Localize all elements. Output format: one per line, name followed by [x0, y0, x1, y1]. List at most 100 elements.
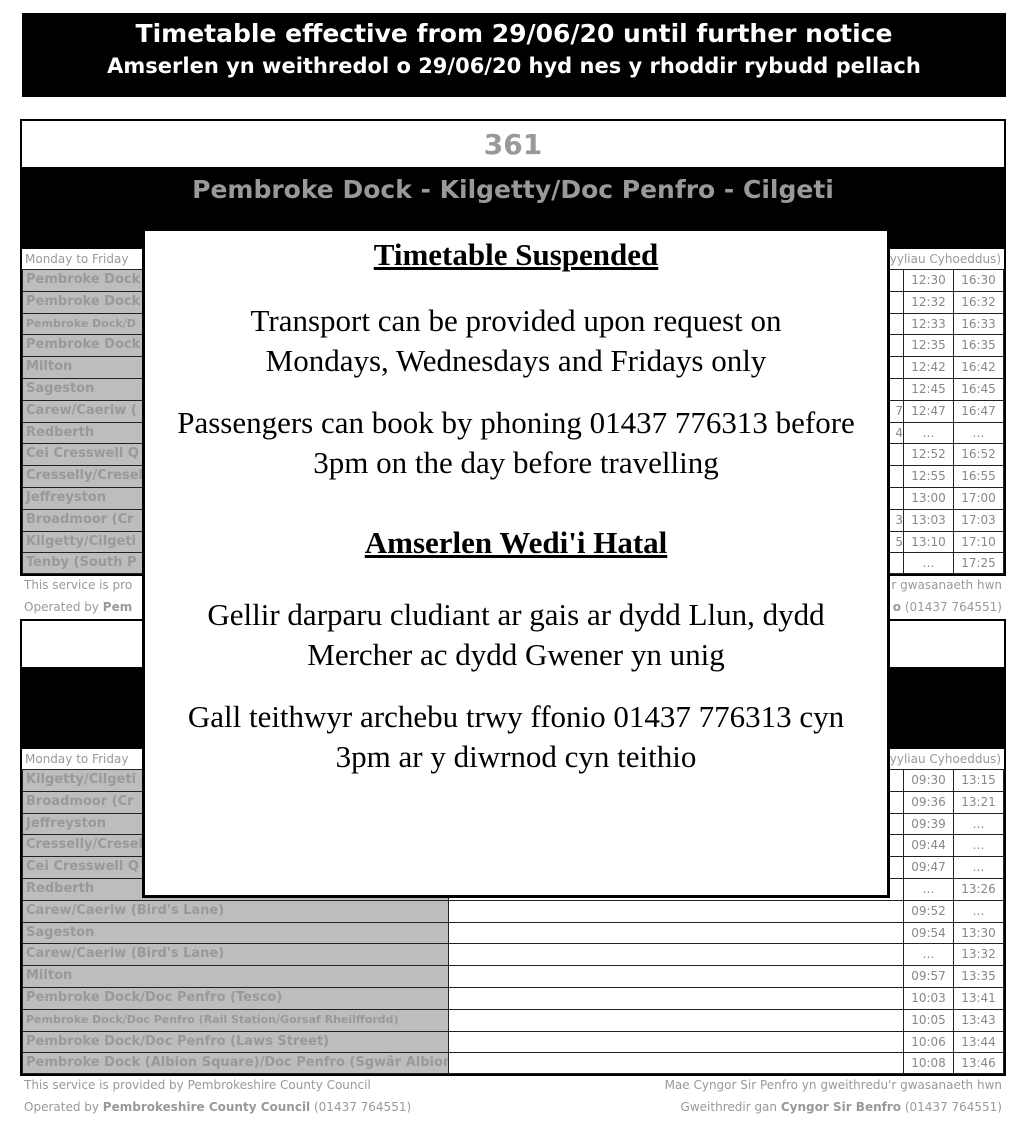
notice-booking-welsh: Gall teithwyr archebu trwy ffonio 01437 … [187, 699, 845, 774]
time-cell: … [954, 900, 1004, 922]
stop-name: Milton [22, 966, 449, 987]
time-cell: … [904, 422, 954, 444]
time-cell: 13:32 [954, 944, 1004, 966]
time-cell: 10:03 [904, 987, 954, 1009]
days-label: Monday to Friday [25, 752, 129, 766]
time-cell: 12:55 [904, 466, 954, 487]
stop-name: Sageston [22, 922, 449, 944]
time-cell: … [954, 835, 1004, 857]
time-cell: 09:54 [904, 922, 954, 944]
time-cell: 16:55 [954, 466, 1004, 487]
time-cell: 12:32 [904, 291, 954, 313]
days-label-welsh: yyliau Cyhoeddus) [889, 252, 1001, 266]
time-cell: 12:52 [904, 444, 954, 466]
time-cell: 09:52 [904, 900, 954, 922]
operator-note: Operated by Pem [24, 600, 132, 614]
time-cell: 17:25 [954, 553, 1004, 574]
time-cell: 12:42 [904, 357, 954, 378]
time-cell: 09:30 [904, 770, 954, 791]
time-cell: 16:47 [954, 400, 1004, 422]
timetable-row: Pembroke Dock/Doc Penfro (Laws Street) 1… [22, 1030, 1004, 1053]
operator-prefix: Operated by [24, 600, 103, 614]
time-cell: … [904, 878, 954, 900]
stop-name: Pembroke Dock/Doc Penfro (Laws Street) [22, 1031, 449, 1053]
days-label: Monday to Friday [25, 252, 129, 266]
operator-name: Pembrokeshire County Council [102, 1100, 311, 1114]
time-cell: 09:44 [904, 835, 954, 857]
notice-heading-welsh: Amserlen Wedi'i Hatal [364, 525, 668, 560]
timetable-row: Pembroke Dock (Albion Square)/Doc Penfro… [22, 1052, 1004, 1075]
time-cell [449, 944, 904, 966]
time-cell [449, 900, 904, 922]
time-cell: 16:35 [954, 335, 1004, 357]
time-cell: 09:47 [904, 857, 954, 878]
time-cell: … [904, 553, 954, 574]
operator-name-welsh: o [892, 600, 902, 614]
banner-welsh: Amserlen yn weithredol o 29/06/20 hyd ne… [107, 54, 921, 78]
timetable-row: Carew/Caeriw (Bird's Lane) 09:52 … [22, 899, 1004, 922]
effective-date-banner: Timetable effective from 29/06/20 until … [22, 13, 1006, 97]
provider-note-welsh: r gwasanaeth hwn [891, 578, 1002, 592]
time-cell: 13:21 [954, 791, 1004, 813]
time-cell: 16:52 [954, 444, 1004, 466]
days-label-welsh: yyliau Cyhoeddus) [889, 752, 1001, 766]
time-cell: 12:45 [904, 378, 954, 400]
time-cell: 16:33 [954, 313, 1004, 335]
time-cell: 13:41 [954, 987, 1004, 1009]
time-cell: 13:00 [904, 487, 954, 509]
banner-english: Timetable effective from 29/06/20 until … [135, 19, 893, 48]
notice-request-english: Transport can be provided upon request o… [250, 303, 782, 378]
time-cell: 10:05 [904, 1009, 954, 1031]
time-cell: 09:39 [904, 813, 954, 835]
time-cell: 10:08 [904, 1053, 954, 1074]
time-cell: 13:30 [954, 922, 1004, 944]
time-cell: 16:30 [954, 270, 1004, 291]
time-cell: … [954, 422, 1004, 444]
time-cell: 09:57 [904, 966, 954, 987]
stop-name: Pembroke Dock/Doc Penfro (Tesco) [22, 987, 449, 1009]
time-cell: 13:44 [954, 1031, 1004, 1053]
time-cell [449, 1031, 904, 1053]
time-cell: 17:03 [954, 509, 1004, 531]
time-cell: 13:43 [954, 1009, 1004, 1031]
time-cell: 12:33 [904, 313, 954, 335]
operator-prefix-welsh: Gweithredir gan [680, 1100, 781, 1114]
time-cell: 13:03 [904, 509, 954, 531]
time-cell: 12:47 [904, 400, 954, 422]
time-cell: 10:06 [904, 1031, 954, 1053]
stop-name: Carew/Caeriw (Bird's Lane) [22, 900, 449, 922]
time-cell [449, 987, 904, 1009]
time-cell: 13:10 [904, 531, 954, 553]
time-cell: 17:00 [954, 487, 1004, 509]
route-number: 361 [22, 121, 1004, 169]
time-cell: 09:36 [904, 791, 954, 813]
operator-name-welsh: Cyngor Sir Benfro [780, 1100, 902, 1114]
timetable-row: Pembroke Dock/Doc Penfro (Rail Station/G… [22, 1008, 1004, 1031]
operator-name: Pem [102, 600, 133, 614]
timetable-row: Pembroke Dock/Doc Penfro (Tesco) 10:03 1… [22, 986, 1004, 1009]
route-title: Pembroke Dock - Kilgetty/Doc Penfro - Ci… [192, 175, 834, 204]
time-cell [449, 1009, 904, 1031]
time-cell: 13:15 [954, 770, 1004, 791]
provider-note: This service is provided by Pembrokeshir… [24, 1078, 371, 1092]
timetable-row: Milton 09:57 13:35 [22, 965, 1004, 987]
time-cell: 17:10 [954, 531, 1004, 553]
time-cell: 13:35 [954, 966, 1004, 987]
time-cell: 16:32 [954, 291, 1004, 313]
operator-prefix: Operated by [24, 1100, 103, 1114]
operator-phone: (01437 764551) [310, 1100, 412, 1114]
timetable-row: Sageston 09:54 13:30 [22, 921, 1004, 944]
time-cell: 13:26 [954, 878, 1004, 900]
time-cell [449, 922, 904, 944]
operator-note-welsh: Gweithredir gan Cyngor Sir Benfro (01437… [681, 1100, 1002, 1114]
footer-line-1: This service is provided by Pembrokeshir… [24, 1078, 1002, 1092]
timetable-row: Carew/Caeriw (Bird's Lane) … 13:32 [22, 943, 1004, 966]
operator-phone-welsh: (01437 764551) [901, 600, 1002, 614]
time-cell: 13:46 [954, 1053, 1004, 1074]
notice-heading-english: Timetable Suspended [373, 237, 659, 272]
time-cell: 12:35 [904, 335, 954, 357]
time-cell: 16:45 [954, 378, 1004, 400]
time-cell [449, 1053, 904, 1074]
footer-line-2: Operated by Pembrokeshire County Council… [24, 1100, 1002, 1114]
stop-name: Carew/Caeriw (Bird's Lane) [22, 944, 449, 966]
